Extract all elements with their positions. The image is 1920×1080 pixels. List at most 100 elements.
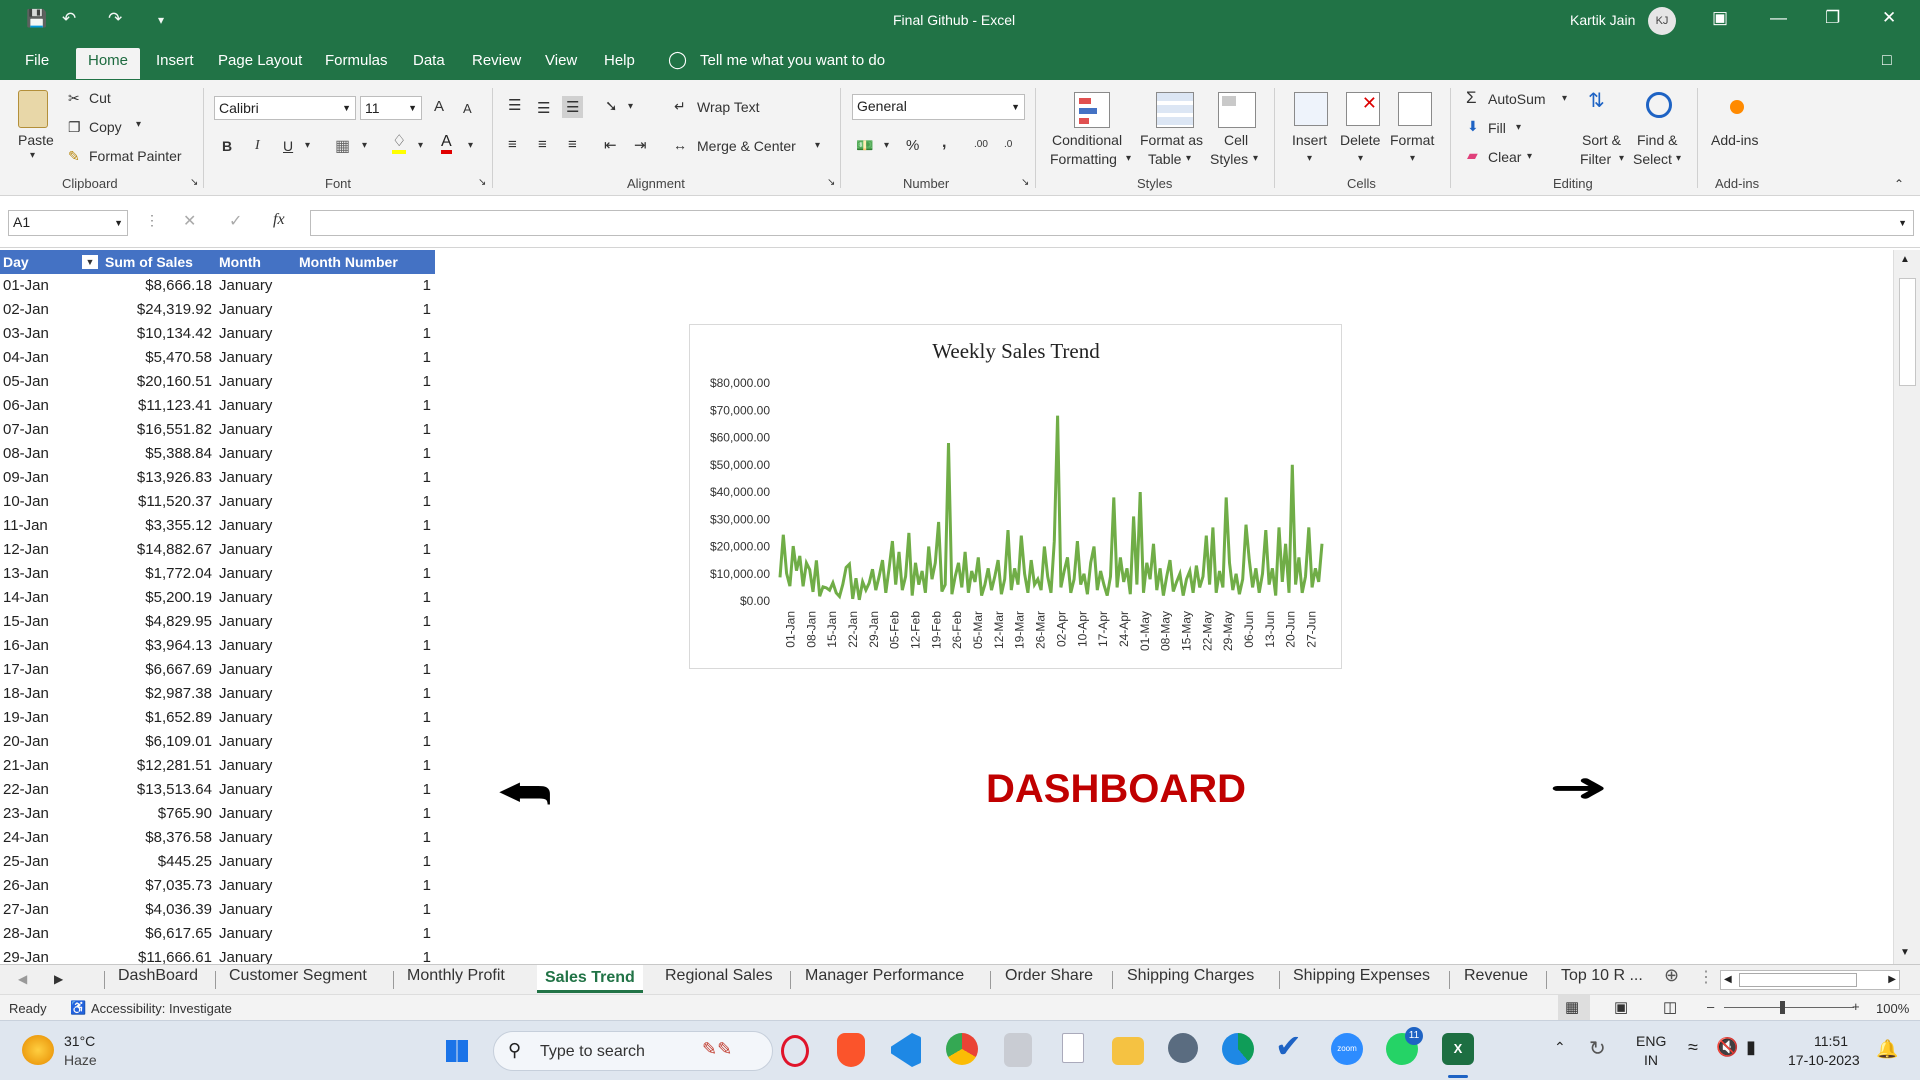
- bottom-align-icon[interactable]: ☰: [562, 96, 584, 118]
- scroll-thumb[interactable]: [1899, 278, 1916, 386]
- comma-button[interactable]: ,: [942, 134, 946, 152]
- format-painter-icon[interactable]: ✎: [68, 148, 80, 165]
- clock-date[interactable]: 17-10-2023: [1788, 1052, 1860, 1068]
- cell-sales[interactable]: $7,035.73: [100, 874, 212, 898]
- copy-icon[interactable]: ❐: [68, 119, 81, 136]
- table-row[interactable]: 28-Jan $6,617.65 January 1: [0, 922, 440, 946]
- cell-day[interactable]: 21-Jan: [3, 754, 98, 778]
- currency-dropdown-icon[interactable]: ▾: [884, 140, 889, 151]
- ribbon-display-icon[interactable]: ▣: [1712, 8, 1728, 28]
- zoom-out-icon[interactable]: –: [1707, 999, 1714, 1014]
- zoom-in-icon[interactable]: +: [1852, 999, 1860, 1014]
- font-launcher-icon[interactable]: ↘: [478, 177, 486, 188]
- cell-sales[interactable]: $13,513.64: [100, 778, 212, 802]
- insert-function-icon[interactable]: fx: [273, 211, 285, 229]
- language-in[interactable]: IN: [1644, 1052, 1658, 1068]
- zoom-slider[interactable]: [1724, 1007, 1854, 1008]
- cell-month-number[interactable]: 1: [295, 370, 431, 394]
- header-sum-of-sales[interactable]: Sum of Sales: [100, 250, 213, 274]
- cell-sales[interactable]: $8,666.18: [100, 274, 212, 298]
- underline-dropdown-icon[interactable]: ▾: [305, 140, 310, 151]
- horizontal-scrollbar[interactable]: ◀ ▶: [1720, 970, 1900, 990]
- cell-month[interactable]: January: [219, 850, 299, 874]
- cell-month[interactable]: January: [219, 658, 299, 682]
- format-as-table-label-2[interactable]: Table: [1148, 151, 1181, 167]
- font-color-icon[interactable]: A: [441, 134, 452, 154]
- sort-filter-label[interactable]: Sort &: [1582, 132, 1621, 148]
- cell-day[interactable]: 24-Jan: [3, 826, 98, 850]
- cell-day[interactable]: 03-Jan: [3, 322, 98, 346]
- cell-sales[interactable]: $765.90: [100, 802, 212, 826]
- cell-day[interactable]: 22-Jan: [3, 778, 98, 802]
- cell-sales[interactable]: $1,772.04: [100, 562, 212, 586]
- close-icon[interactable]: ✕: [1882, 8, 1896, 28]
- cell-month-number[interactable]: 1: [295, 346, 431, 370]
- cell-month[interactable]: January: [219, 946, 299, 964]
- align-left-icon[interactable]: ≡: [508, 136, 517, 153]
- cell-day[interactable]: 08-Jan: [3, 442, 98, 466]
- cell-month-number[interactable]: 1: [295, 274, 431, 298]
- snipping-tool-icon[interactable]: [1004, 1033, 1032, 1067]
- cell-sales[interactable]: $11,666.61: [100, 946, 212, 964]
- table-row[interactable]: 15-Jan $4,829.95 January 1: [0, 610, 440, 634]
- increase-indent-icon[interactable]: ⇥: [634, 136, 647, 154]
- fill-button[interactable]: Fill: [1488, 120, 1506, 136]
- file-explorer-icon[interactable]: [1112, 1037, 1144, 1065]
- speaker-muted-icon[interactable]: 🔇: [1716, 1037, 1738, 1058]
- table-row[interactable]: 21-Jan $12,281.51 January 1: [0, 754, 440, 778]
- cell-month[interactable]: January: [219, 682, 299, 706]
- cell-month-number[interactable]: 1: [295, 514, 431, 538]
- find-select-label-2[interactable]: Select: [1633, 151, 1672, 167]
- cell-month-number[interactable]: 1: [295, 706, 431, 730]
- table-row[interactable]: 01-Jan $8,666.18 January 1: [0, 274, 440, 298]
- number-launcher-icon[interactable]: ↘: [1021, 177, 1029, 188]
- delete-cells-icon[interactable]: ✕: [1346, 92, 1380, 126]
- conditional-formatting-icon[interactable]: [1074, 92, 1110, 128]
- decrease-indent-icon[interactable]: ⇤: [604, 136, 617, 154]
- sort-filter-icon[interactable]: ⇅: [1588, 88, 1605, 113]
- h-scroll-thumb[interactable]: [1739, 973, 1857, 987]
- cell-day[interactable]: 29-Jan: [3, 946, 98, 964]
- table-row[interactable]: 12-Jan $14,882.67 January 1: [0, 538, 440, 562]
- bold-button[interactable]: B: [222, 138, 232, 154]
- copy-dropdown-icon[interactable]: ▾: [136, 119, 141, 130]
- cell-sales[interactable]: $6,109.01: [100, 730, 212, 754]
- zoom-level[interactable]: 100%: [1876, 1001, 1909, 1016]
- sheet-tab-shipping-expenses[interactable]: Shipping Expenses: [1293, 967, 1430, 985]
- conditional-formatting-label-2[interactable]: Formatting: [1050, 151, 1117, 167]
- undo-icon[interactable]: ↶: [62, 9, 76, 29]
- cell-sales[interactable]: $3,355.12: [100, 514, 212, 538]
- cell-styles-label[interactable]: Cell: [1224, 132, 1248, 148]
- next-sheet-icon[interactable]: ▶: [54, 972, 63, 986]
- cell-day[interactable]: 02-Jan: [3, 298, 98, 322]
- sheet-tab-regional-sales[interactable]: Regional Sales: [665, 967, 773, 985]
- cell-day[interactable]: 13-Jan: [3, 562, 98, 586]
- align-right-icon[interactable]: ≡: [568, 136, 577, 153]
- zoom-slider-thumb[interactable]: [1780, 1001, 1785, 1014]
- tab-formulas[interactable]: Formulas: [325, 52, 388, 69]
- cell-month-number[interactable]: 1: [295, 754, 431, 778]
- cell-month[interactable]: January: [219, 418, 299, 442]
- table-row[interactable]: 27-Jan $4,036.39 January 1: [0, 898, 440, 922]
- cell-sales[interactable]: $10,134.42: [100, 322, 212, 346]
- cell-month-number[interactable]: 1: [295, 298, 431, 322]
- back-arrow-icon[interactable]: ⮪: [497, 770, 552, 819]
- conditional-formatting-label[interactable]: Conditional: [1052, 132, 1122, 148]
- header-month-number[interactable]: Month Number: [295, 250, 435, 274]
- align-center-icon[interactable]: ≡: [538, 136, 547, 153]
- cell-sales[interactable]: $8,376.58: [100, 826, 212, 850]
- format-cells-icon[interactable]: [1398, 92, 1432, 126]
- zoom-app-icon[interactable]: zoom: [1331, 1033, 1363, 1065]
- table-row[interactable]: 25-Jan $445.25 January 1: [0, 850, 440, 874]
- taskbar-search[interactable]: ⚲ Type to search ✎✎: [493, 1031, 773, 1071]
- cell-month[interactable]: January: [219, 514, 299, 538]
- format-as-table-label[interactable]: Format as: [1140, 132, 1203, 148]
- cell-day[interactable]: 16-Jan: [3, 634, 98, 658]
- underline-button[interactable]: U: [283, 138, 293, 154]
- format-as-table-icon[interactable]: [1156, 92, 1194, 128]
- cell-month-number[interactable]: 1: [295, 802, 431, 826]
- start-icon[interactable]: [446, 1040, 468, 1062]
- cell-day[interactable]: 04-Jan: [3, 346, 98, 370]
- cell-month[interactable]: January: [219, 874, 299, 898]
- forward-arrow-icon[interactable]: ➜: [1549, 765, 1609, 811]
